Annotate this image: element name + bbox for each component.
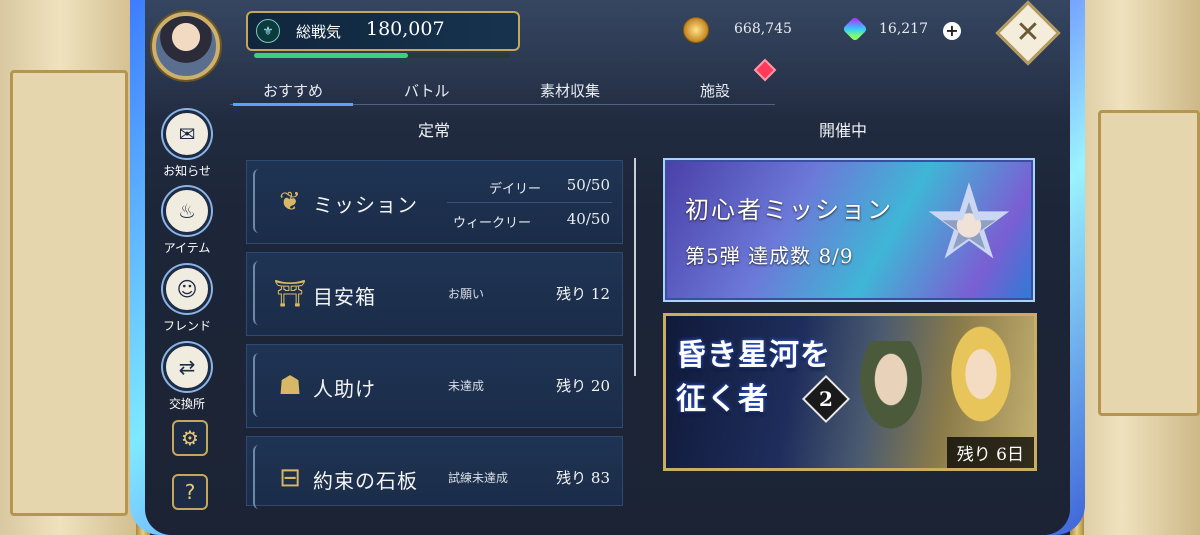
tab-bar: おすすめ バトル 素材収集 施設 xyxy=(230,78,775,106)
bag-icon: ♨ xyxy=(163,187,211,235)
nav-news[interactable]: ✉ お知らせ xyxy=(157,110,217,179)
tab-battle[interactable]: バトル xyxy=(404,80,449,101)
daily-label: デイリー xyxy=(489,182,542,197)
section-title-regular: 定常 xyxy=(418,121,451,140)
total-power-box: ⚜ 総戦気 180,007 xyxy=(246,11,520,58)
mail-icon: ✉ xyxy=(163,110,211,158)
section-title-ongoing: 開催中 xyxy=(819,121,868,140)
stone-tablet-icon: ⊟ xyxy=(279,463,301,493)
column-divider xyxy=(634,158,636,376)
list-item-mission[interactable]: ❦ ミッション デイリー 50/50 ウィークリー 40/50 xyxy=(246,160,623,244)
close-icon: ✕ xyxy=(1015,15,1041,50)
player-avatar[interactable] xyxy=(152,12,220,80)
event-banner[interactable]: 昏き星河を 征く者 2 残り 6日 xyxy=(663,313,1037,471)
list-item-status: お願い xyxy=(448,287,485,301)
beginner-mission-title: 初心者ミッション xyxy=(685,196,893,224)
weekly-label: ウィークリー xyxy=(453,216,532,231)
nav-items-label: アイテム xyxy=(163,241,211,255)
left-parchment-frame xyxy=(0,0,150,535)
nav-exchange[interactable]: ⇄ 交換所 xyxy=(157,343,217,412)
suggestion-box-icon: ⛩ xyxy=(273,279,307,309)
event-title-line1: 昏き星河を xyxy=(676,338,831,373)
power-progress-bar xyxy=(254,53,510,58)
gold-value: 668,745 xyxy=(734,21,792,37)
list-item-stone-tablet[interactable]: ⊟ 約束の石板 試練未達成 残り 83 xyxy=(246,436,623,509)
list-item-title: 目安箱 xyxy=(313,285,376,309)
list-item-status: 試練未達成 xyxy=(448,471,509,485)
gear-icon: ⚙ xyxy=(181,426,199,450)
list-item-title: 人助け xyxy=(313,377,376,401)
friend-icon: ☺ xyxy=(163,265,211,313)
nav-items[interactable]: ♨ アイテム xyxy=(157,187,217,256)
help-button[interactable]: ? xyxy=(172,474,208,510)
nav-news-label: お知らせ xyxy=(163,164,211,178)
tab-recommended[interactable]: おすすめ xyxy=(232,80,354,106)
nav-exchange-label: 交換所 xyxy=(168,397,205,411)
event-title: 昏き星河を 征く者 xyxy=(676,334,876,422)
power-label: 総戦気 xyxy=(296,23,342,41)
event-character-2 xyxy=(936,326,1026,446)
event-remaining-time: 残り 6日 xyxy=(946,437,1034,468)
helping-icon: ☗ xyxy=(278,371,302,401)
weekly-value: 40/50 xyxy=(566,210,610,228)
list-item-helping[interactable]: ☗ 人助け 未達成 残り 20 xyxy=(246,344,623,428)
gem-value: 16,217 xyxy=(879,21,928,37)
add-gems-button[interactable]: + xyxy=(943,22,961,40)
settings-button[interactable]: ⚙ xyxy=(172,420,208,456)
tab-facilities[interactable]: 施設 xyxy=(700,80,730,101)
beginner-mission-progress: 第5弾 達成数 8/9 xyxy=(685,244,854,268)
mission-icon: ❦ xyxy=(279,187,301,217)
exchange-icon: ⇄ xyxy=(163,343,211,391)
gold-currency: 668,745 xyxy=(683,15,803,43)
list-item-status: 未達成 xyxy=(448,379,485,393)
daily-value: 50/50 xyxy=(566,176,610,194)
power-emblem-icon: ⚜ xyxy=(256,19,280,43)
gem-currency: 16,217 xyxy=(842,15,938,43)
right-parchment-frame xyxy=(1070,0,1200,535)
event-number: 2 xyxy=(819,387,833,411)
question-icon: ? xyxy=(184,480,196,504)
beginner-mission-banner[interactable]: 初心者ミッション 第5弾 達成数 8/9 xyxy=(663,158,1035,302)
nav-friends[interactable]: ☺ フレンド xyxy=(157,265,217,334)
gem-icon xyxy=(842,16,868,42)
list-item-remaining: 残り 83 xyxy=(556,469,610,487)
power-value: 180,007 xyxy=(366,18,445,40)
nav-friends-label: フレンド xyxy=(162,319,211,333)
list-item-remaining: 残り 20 xyxy=(556,377,610,395)
tab-material-gathering[interactable]: 素材収集 xyxy=(540,80,600,101)
list-item-title: 約束の石板 xyxy=(313,469,418,493)
list-item-title: ミッション xyxy=(313,193,418,217)
coin-icon xyxy=(683,17,709,43)
list-item-remaining: 残り 12 xyxy=(556,285,610,303)
list-item-suggestion-box[interactable]: ⛩ 目安箱 お願い 残り 12 xyxy=(246,252,623,336)
